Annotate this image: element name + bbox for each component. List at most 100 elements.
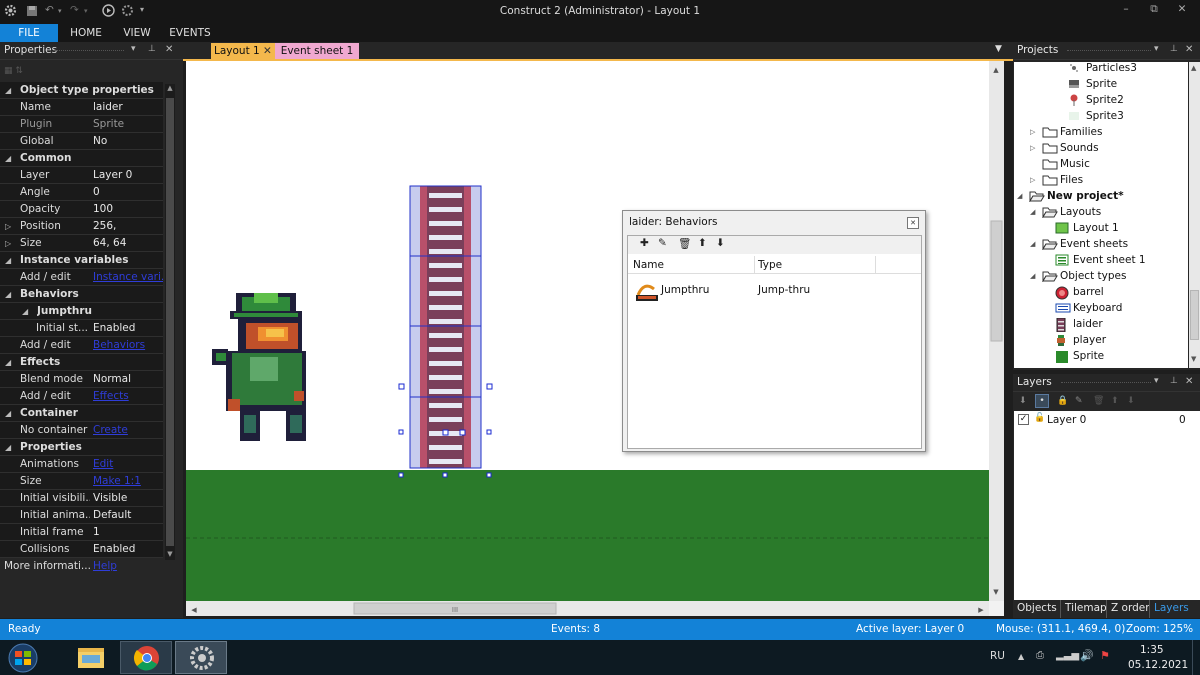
show-desktop-button[interactable] — [1192, 640, 1200, 675]
help-link[interactable]: Help — [93, 558, 163, 575]
collapse-icon[interactable]: ◢ — [5, 150, 11, 166]
behavior-row[interactable]: Jumpthru Jump-thru — [628, 278, 921, 304]
tab-objects[interactable]: Objects — [1017, 602, 1057, 614]
category-object-type-properties[interactable]: ◢ Object type properties — [0, 82, 163, 99]
chrome-icon[interactable] — [120, 641, 172, 674]
layer-sublayer-icon[interactable]: • — [1035, 394, 1049, 408]
property-row-angle[interactable]: Angle 0 — [0, 184, 163, 201]
start-button[interactable] — [4, 642, 42, 674]
category-effects[interactable]: ◢ Effects — [0, 354, 163, 371]
tree-expander-icon[interactable]: ◢ — [1030, 204, 1040, 220]
expand-icon[interactable]: ▷ — [5, 235, 11, 251]
panel-menu-icon[interactable]: ▾ — [1154, 376, 1159, 386]
tree-expander-icon[interactable]: ◢ — [1030, 236, 1040, 252]
property-row-initial-visibility[interactable]: Initial visibili... Visible — [0, 490, 163, 507]
add-icon[interactable]: ✚ — [640, 237, 649, 249]
instance-variables-link[interactable]: Instance vari... — [93, 269, 163, 285]
layer-row[interactable]: ✓ 🔓 Layer 0 0 — [1014, 412, 1200, 428]
tab-events[interactable]: EVENTS — [164, 24, 216, 42]
property-row-name[interactable]: Name laider — [0, 99, 163, 116]
action-center-icon[interactable]: ⚑ — [1100, 649, 1110, 662]
property-row-opacity[interactable]: Opacity 100 — [0, 201, 163, 218]
panel-close-icon[interactable]: ✕ — [165, 44, 173, 55]
add-layer-icon[interactable]: ⬇ — [1019, 396, 1027, 406]
expand-icon[interactable]: ▷ — [5, 218, 11, 234]
sort-toolbar-icons[interactable]: ▦ ⇅ — [4, 66, 23, 76]
property-row-position[interactable]: ▷ Position 256, — [0, 218, 163, 235]
scroll-down-icon[interactable]: ▼ — [166, 550, 174, 560]
scroll-up-icon[interactable]: ▲ — [166, 84, 174, 94]
edit-layer-icon[interactable]: ✎ — [1075, 396, 1083, 406]
scroll-thumb[interactable] — [166, 98, 174, 546]
property-row-global[interactable]: Global No — [0, 133, 163, 150]
collapse-icon[interactable]: ◢ — [22, 303, 28, 319]
scroll-down-icon[interactable]: ▼ — [1191, 355, 1196, 363]
collapse-icon[interactable]: ◢ — [5, 252, 11, 268]
property-row-initial-frame[interactable]: Initial frame 1 — [0, 524, 163, 541]
edit-icon[interactable]: ✎ — [658, 237, 667, 249]
tree-expander-icon[interactable]: ▷ — [1030, 140, 1040, 156]
collapse-icon[interactable]: ◢ — [5, 286, 11, 302]
behaviors-link[interactable]: Behaviors — [93, 337, 163, 353]
pin-icon[interactable]: ⊥ — [148, 44, 156, 54]
projects-scrollbar[interactable]: ▲ ▼ — [1189, 62, 1200, 368]
layer-down-icon[interactable]: ⬇ — [1127, 396, 1135, 406]
category-properties[interactable]: ◢ Properties — [0, 439, 163, 456]
layer-lock-icon[interactable]: 🔓 — [1034, 413, 1045, 423]
properties-scrollbar[interactable]: ▲ ▼ — [165, 84, 175, 560]
property-row-collisions[interactable]: Collisions Enabled — [0, 541, 163, 558]
property-row-blend-mode[interactable]: Blend mode Normal — [0, 371, 163, 388]
collapse-icon[interactable]: ◢ — [5, 405, 11, 421]
layout-view[interactable]: ▲ ▼ III ◀ ▶ laider: Behaviors ✕ ✚ ✎ 🗑 ⬆ … — [186, 61, 1004, 616]
pin-icon[interactable]: ⊥ — [1170, 376, 1178, 386]
edit-animations-link[interactable]: Edit — [93, 456, 163, 472]
layer-visible-checkbox[interactable]: ✓ — [1018, 414, 1029, 425]
panel-close-icon[interactable]: ✕ — [1185, 376, 1193, 387]
layer-up-icon[interactable]: ⬆ — [1111, 396, 1119, 406]
category-behaviors[interactable]: ◢ Behaviors — [0, 286, 163, 303]
language-indicator[interactable]: RU — [990, 650, 1005, 662]
scroll-up-icon[interactable]: ▲ — [1191, 64, 1196, 72]
close-button[interactable]: ✕ — [1174, 3, 1190, 19]
delete-icon[interactable]: 🗑 — [678, 237, 691, 250]
tree-expander-icon[interactable]: ▷ — [1030, 172, 1040, 188]
collapse-icon[interactable]: ◢ — [5, 82, 11, 98]
scroll-thumb[interactable] — [1190, 290, 1199, 340]
construct2-taskbar-icon[interactable] — [175, 641, 227, 674]
tree-expander-icon[interactable]: ◢ — [1030, 268, 1040, 284]
tab-layers[interactable]: Layers — [1154, 602, 1189, 614]
property-row-layer[interactable]: Layer Layer 0 — [0, 167, 163, 184]
lock-icon[interactable]: 🔒 — [1057, 396, 1068, 406]
tab-file[interactable]: FILE — [0, 24, 58, 42]
collapse-icon[interactable]: ◢ — [5, 354, 11, 370]
create-container-link[interactable]: Create — [93, 422, 163, 438]
volume-icon[interactable]: 🔊 — [1080, 649, 1094, 662]
category-instance-variables[interactable]: ◢ Instance variables — [0, 252, 163, 269]
tray-app-icon[interactable]: ⎙ — [1036, 650, 1044, 661]
pin-icon[interactable]: ⊥ — [1170, 44, 1178, 54]
minimize-button[interactable]: – — [1118, 3, 1134, 19]
category-container[interactable]: ◢ Container — [0, 405, 163, 422]
tab-event-sheet-1[interactable]: Event sheet 1 — [275, 43, 359, 60]
make-1-1-link[interactable]: Make 1:1 — [93, 473, 163, 489]
column-name[interactable]: Name — [633, 259, 664, 271]
property-row-size[interactable]: ▷ Size 64, 64 — [0, 235, 163, 252]
restore-button[interactable]: ⧉ — [1146, 3, 1162, 19]
explorer-icon[interactable] — [66, 642, 116, 674]
move-up-icon[interactable]: ⬆ — [698, 237, 707, 249]
tab-layout-1[interactable]: Layout 1 ✕ — [211, 43, 275, 60]
tab-tilemap[interactable]: Tilemap — [1065, 602, 1107, 614]
tabs-dropdown-icon[interactable]: ▼ — [995, 44, 1002, 54]
clock-time[interactable]: 1:35 — [1140, 644, 1164, 656]
category-jumpthru[interactable]: ◢ Jumpthru — [0, 303, 163, 320]
property-row-initial-animation[interactable]: Initial anima... Default — [0, 507, 163, 524]
tree-expander-icon[interactable]: ◢ — [1017, 188, 1027, 204]
category-common[interactable]: ◢ Common — [0, 150, 163, 167]
signal-icon[interactable]: ▂▃▅ — [1056, 650, 1079, 661]
dialog-close-button[interactable]: ✕ — [907, 217, 919, 229]
panel-menu-icon[interactable]: ▾ — [1154, 44, 1159, 54]
tab-view[interactable]: VIEW — [114, 24, 160, 42]
column-type[interactable]: Type — [758, 259, 782, 271]
effects-link[interactable]: Effects — [93, 388, 163, 404]
clock-date[interactable]: 05.12.2021 — [1128, 659, 1188, 671]
